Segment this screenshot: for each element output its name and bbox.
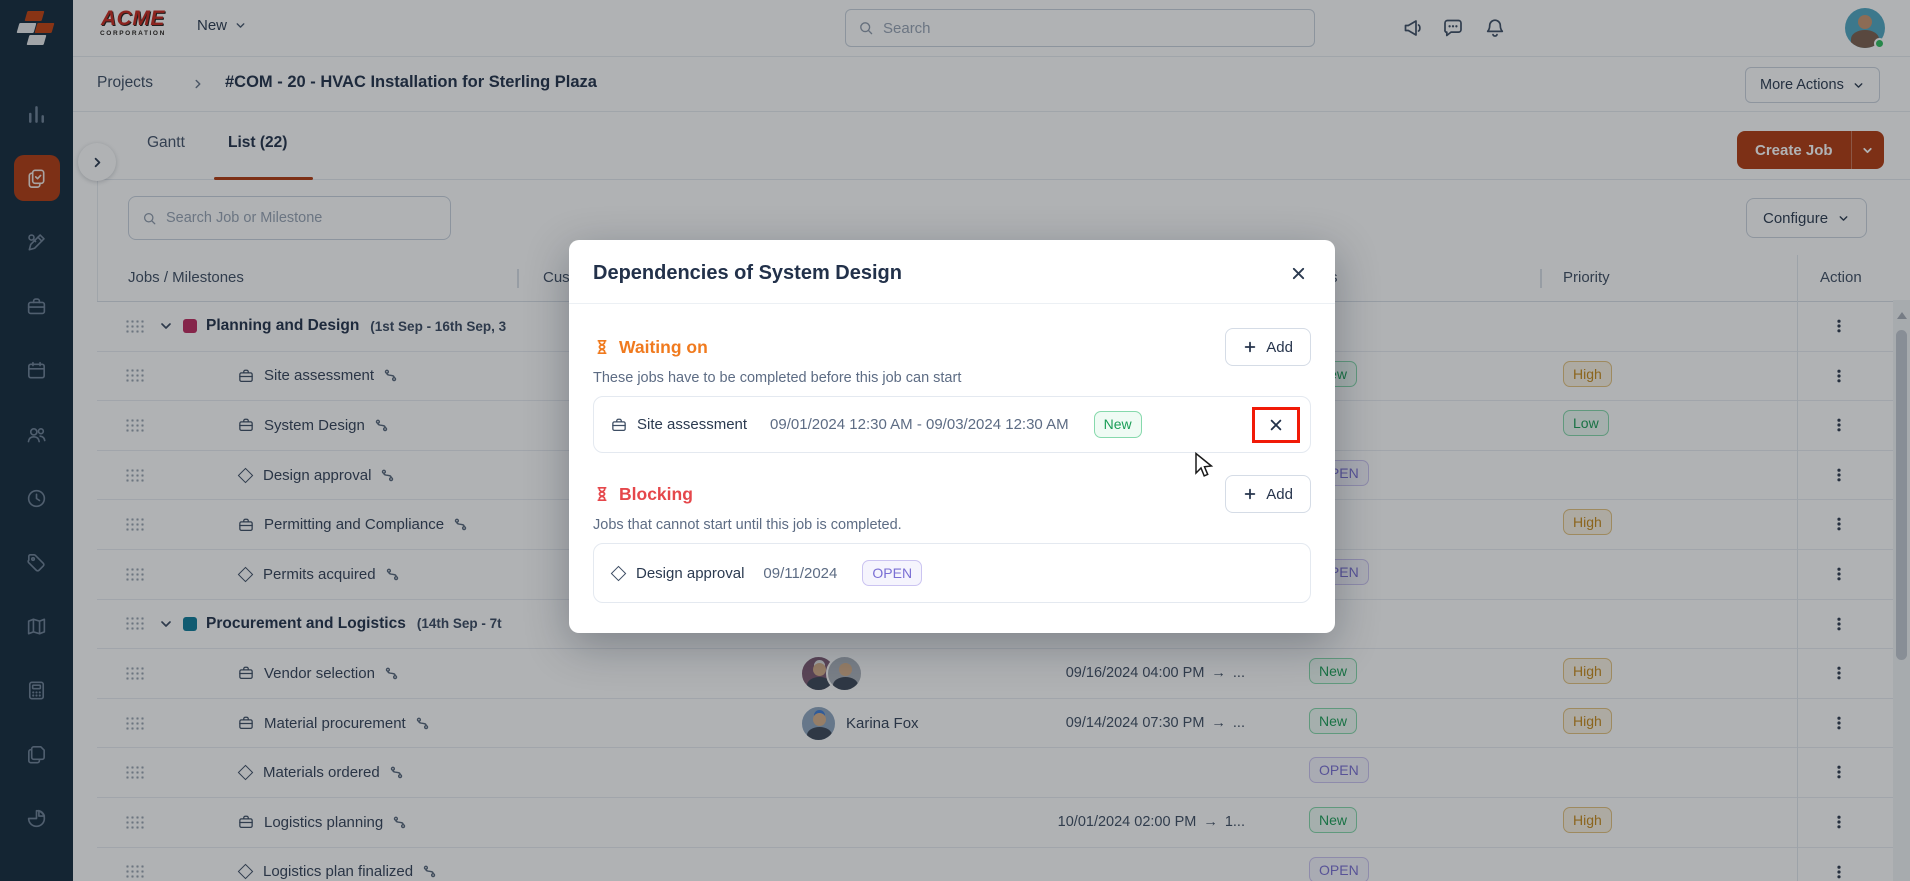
status-badge: OPEN [862,560,922,586]
hourglass-icon [593,338,611,356]
dependencies-modal: Dependencies of System Design Waiting on… [569,240,1335,633]
modal-close-button[interactable] [1285,260,1311,286]
add-blocking-button[interactable]: Add [1225,475,1311,513]
add-label: Add [1266,486,1293,503]
waiting-on-item: Site assessment 09/01/2024 12:30 AM - 09… [593,396,1311,453]
plus-icon [1243,340,1257,354]
remove-dependency-button[interactable] [1262,411,1290,439]
close-icon [1291,266,1306,281]
waiting-on-description: These jobs have to be completed before t… [593,370,1311,386]
dependency-job-name: Site assessment [637,416,747,433]
briefcase-icon [610,416,628,434]
dependency-date: 09/11/2024 [763,565,837,582]
action-highlight-box [1252,407,1300,443]
add-waiting-on-button[interactable]: Add [1225,328,1311,366]
blocking-item: Design approval 09/11/2024 OPEN [593,543,1311,603]
dependency-date-range: 09/01/2024 12:30 AM - 09/03/2024 12:30 A… [770,416,1069,433]
blocking-label: Blocking [619,484,693,505]
milestone-diamond-icon [611,565,627,581]
plus-icon [1243,487,1257,501]
add-label: Add [1266,339,1293,356]
blocking-description: Jobs that cannot start until this job is… [593,517,1311,533]
dependency-milestone-name: Design approval [636,565,744,582]
modal-title: Dependencies of System Design [593,262,902,285]
mouse-cursor [1193,452,1217,480]
hourglass-icon [593,485,611,503]
close-icon [1269,418,1283,432]
status-badge: New [1094,411,1142,437]
waiting-on-label: Waiting on [619,337,708,358]
